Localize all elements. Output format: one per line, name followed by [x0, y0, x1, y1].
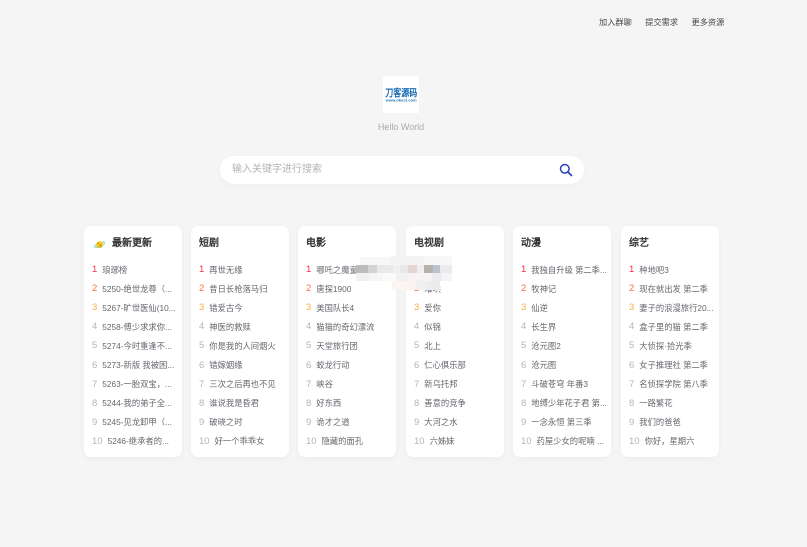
svg-text:www.dkest.com: www.dkest.com [384, 98, 416, 102]
